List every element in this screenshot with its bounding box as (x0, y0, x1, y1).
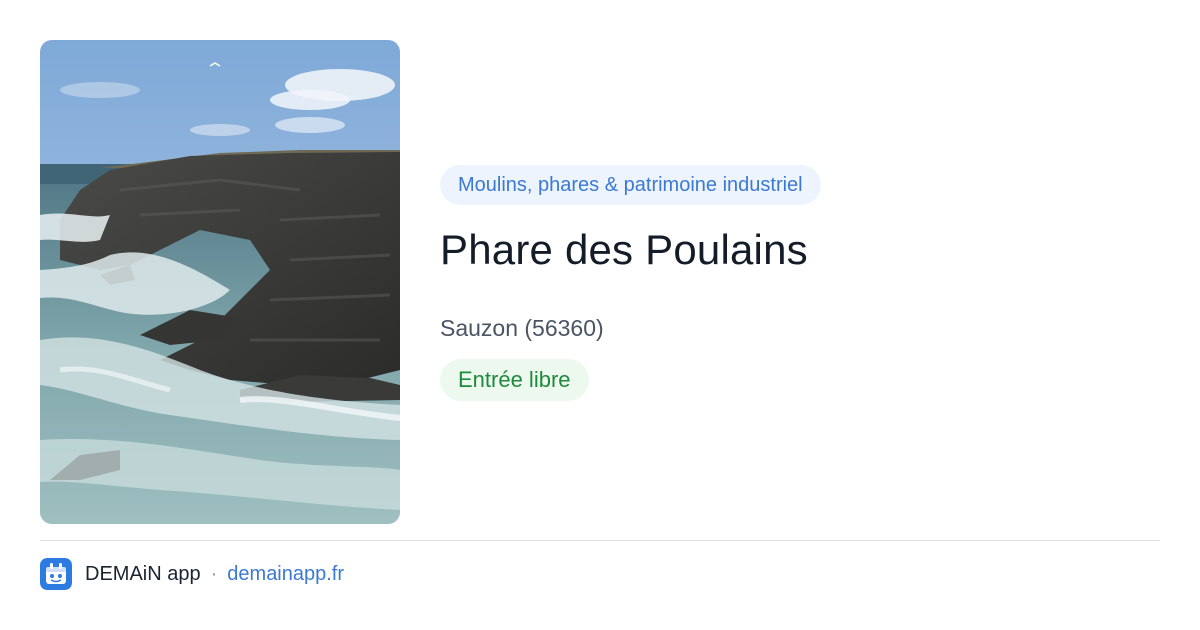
access-badge: Entrée libre (440, 359, 589, 401)
footer: DEMAiN app · demainapp.fr (40, 558, 344, 590)
app-name: DEMAiN app (85, 562, 201, 585)
category-badge[interactable]: Moulins, phares & patrimoine industriel (440, 165, 821, 205)
demain-logo-icon (40, 558, 72, 590)
place-photo (40, 40, 400, 524)
footer-divider (40, 540, 1160, 541)
place-card: Moulins, phares & patrimoine industriel … (0, 0, 1200, 630)
footer-separator: · (210, 562, 218, 585)
app-website-link[interactable]: demainapp.fr (227, 563, 344, 586)
place-info: Moulins, phares & patrimoine industriel … (440, 165, 1160, 401)
place-title: Phare des Poulains (440, 226, 808, 273)
place-location: Sauzon (56360) (440, 315, 604, 341)
